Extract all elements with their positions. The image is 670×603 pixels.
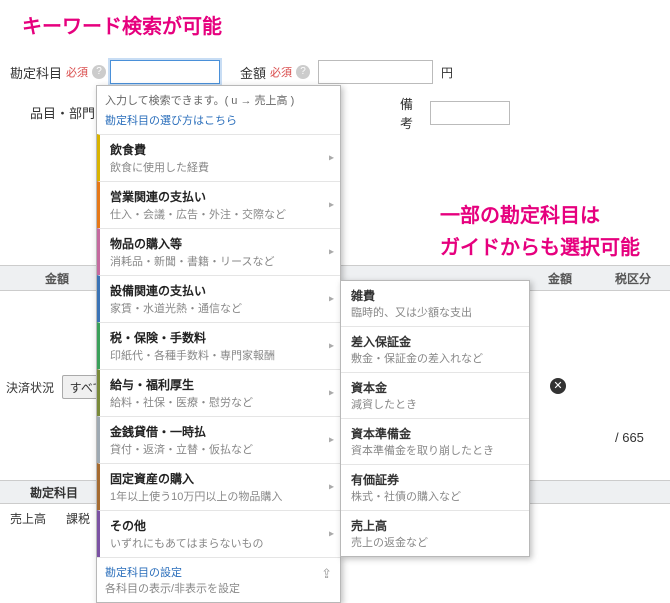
yen-label: 円 bbox=[441, 64, 453, 81]
dropdown-item-title: 金銭貸借・一時払 bbox=[110, 423, 326, 440]
dropdown-item-title: 固定資産の購入 bbox=[110, 470, 326, 487]
dropdown-footer[interactable]: 勘定科目の設定 各科目の表示/非表示を設定 ⇪ bbox=[97, 557, 340, 602]
submenu-item-sub: 減資したとき bbox=[351, 396, 519, 412]
submenu-item-title: 差入保証金 bbox=[351, 333, 519, 350]
submenu-item[interactable]: 資本金減資したとき bbox=[341, 372, 529, 418]
bottom-sales: 売上高 bbox=[10, 510, 46, 527]
dropdown-item[interactable]: 金銭貸借・一時払貸付・返済・立替・仮払など▸ bbox=[97, 416, 340, 463]
submenu-item-sub: 株式・社債の購入など bbox=[351, 488, 519, 504]
dropdown-item-sub: 給料・社保・医療・慰労など bbox=[110, 394, 326, 410]
dropdown-item[interactable]: 設備関連の支払い家賃・水道光熱・通信など▸ bbox=[97, 275, 340, 322]
col-tax: 税区分 bbox=[615, 270, 651, 287]
dropdown-settings-link[interactable]: 勘定科目の設定 bbox=[105, 564, 332, 580]
chevron-right-icon: ▸ bbox=[329, 341, 334, 352]
required-badge-account: 必須 bbox=[66, 64, 88, 80]
submenu-item-sub: 敷金・保証金の差入れなど bbox=[351, 350, 519, 366]
dropdown-item[interactable]: 営業関連の支払い仕入・会議・広告・外注・交際など▸ bbox=[97, 181, 340, 228]
dropdown-item[interactable]: 税・保険・手数料印紙代・各種手数料・専門家報酬▸ bbox=[97, 322, 340, 369]
chevron-right-icon: ▸ bbox=[329, 435, 334, 446]
dropdown-item[interactable]: 飲食費飲食に使用した経費▸ bbox=[97, 134, 340, 181]
dropdown-item-title: 税・保険・手数料 bbox=[110, 329, 326, 346]
submenu-item-title: 資本金 bbox=[351, 379, 519, 396]
bg-bottom-row: 売上高 課税 bbox=[10, 510, 90, 527]
bottom-tax: 課税 bbox=[66, 510, 90, 527]
submenu-item-title: 有価証券 bbox=[351, 471, 519, 488]
help-icon[interactable]: ? bbox=[92, 65, 106, 79]
help-icon[interactable]: ? bbox=[296, 65, 310, 79]
account-dropdown: 入力して検索できます。( u → 売上高 ) 勘定科目の選び方はこちら 飲食費飲… bbox=[96, 85, 341, 603]
dropdown-howto-link[interactable]: 勘定科目の選び方はこちら bbox=[97, 112, 340, 134]
dropdown-item-sub: 飲食に使用した経費 bbox=[110, 159, 326, 175]
record-count: / 665 bbox=[615, 430, 644, 445]
item-dept-label: 品目・部門 bbox=[30, 103, 95, 122]
annotation-guide: 一部の勘定科目は ガイドからも選択可能 bbox=[440, 200, 640, 264]
submenu-item[interactable]: 差入保証金敷金・保証金の差入れなど bbox=[341, 326, 529, 372]
account-input[interactable] bbox=[110, 60, 220, 84]
dropdown-item-sub: 貸付・返済・立替・仮払など bbox=[110, 441, 326, 457]
form-row-sub: 品目・部門 備考 bbox=[30, 103, 95, 122]
submenu-item-title: 雑費 bbox=[351, 287, 519, 304]
dropdown-item-title: 営業関連の支払い bbox=[110, 188, 326, 205]
chevron-right-icon: ▸ bbox=[329, 388, 334, 399]
settle-label: 決済状況 bbox=[6, 379, 54, 396]
submenu-item[interactable]: 売上高売上の返金など bbox=[341, 510, 529, 556]
annotation-keyword: キーワード検索が可能 bbox=[22, 10, 222, 39]
dropdown-item[interactable]: 給与・福利厚生給料・社保・医療・慰労など▸ bbox=[97, 369, 340, 416]
submenu-item-title: 資本準備金 bbox=[351, 425, 519, 442]
amount-label: 金額 bbox=[240, 63, 266, 82]
dropdown-item-title: 設備関連の支払い bbox=[110, 282, 326, 299]
col-amount-2: 金額 bbox=[548, 270, 572, 287]
dropdown-item[interactable]: 固定資産の購入1年以上使う10万円以上の物品購入▸ bbox=[97, 463, 340, 510]
dropdown-item-sub: 家賃・水道光熱・通信など bbox=[110, 300, 326, 316]
dropdown-item-title: 物品の購入等 bbox=[110, 235, 326, 252]
col-amount: 金額 bbox=[45, 270, 69, 287]
required-badge-amount: 必須 bbox=[270, 64, 292, 80]
clear-icon[interactable]: ✕ bbox=[550, 378, 566, 394]
submenu-item[interactable]: 資本準備金資本準備金を取り崩したとき bbox=[341, 418, 529, 464]
account-label: 勘定科目 bbox=[10, 63, 62, 82]
footer-col-account: 勘定科目 bbox=[30, 481, 78, 505]
submenu-item-sub: 臨時的、又は少額な支出 bbox=[351, 304, 519, 320]
chevron-right-icon: ▸ bbox=[329, 247, 334, 258]
chevron-right-icon: ▸ bbox=[329, 529, 334, 540]
annotation-guide-line2: ガイドからも選択可能 bbox=[440, 237, 640, 259]
dropdown-item-sub: いずれにもあてはまらないもの bbox=[110, 535, 326, 551]
chevron-right-icon: ▸ bbox=[329, 153, 334, 164]
share-icon[interactable]: ⇪ bbox=[321, 566, 332, 582]
dropdown-item[interactable]: 物品の購入等消耗品・新聞・書籍・リースなど▸ bbox=[97, 228, 340, 275]
dropdown-item-title: 給与・福利厚生 bbox=[110, 376, 326, 393]
chevron-right-icon: ▸ bbox=[329, 294, 334, 305]
dropdown-hint: 入力して検索できます。( u → 売上高 ) bbox=[97, 86, 340, 112]
submenu-item[interactable]: 有価証券株式・社債の購入など bbox=[341, 464, 529, 510]
dropdown-item[interactable]: その他いずれにもあてはまらないもの▸ bbox=[97, 510, 340, 557]
dropdown-item-sub: 印紙代・各種手数料・専門家報酬 bbox=[110, 347, 326, 363]
submenu-item-sub: 売上の返金など bbox=[351, 534, 519, 550]
dropdown-settings-sub: 各科目の表示/非表示を設定 bbox=[105, 580, 332, 596]
memo-label: 備考 bbox=[400, 94, 413, 132]
account-submenu: 雑費臨時的、又は少額な支出差入保証金敷金・保証金の差入れなど資本金減資したとき資… bbox=[340, 280, 530, 557]
chevron-right-icon: ▸ bbox=[329, 482, 334, 493]
dropdown-item-sub: 1年以上使う10万円以上の物品購入 bbox=[110, 488, 326, 504]
submenu-item[interactable]: 雑費臨時的、又は少額な支出 bbox=[341, 281, 529, 326]
annotation-guide-line1: 一部の勘定科目は bbox=[440, 205, 600, 227]
dropdown-item-title: その他 bbox=[110, 517, 326, 534]
amount-input[interactable] bbox=[318, 60, 433, 84]
submenu-item-sub: 資本準備金を取り崩したとき bbox=[351, 442, 519, 458]
submenu-item-title: 売上高 bbox=[351, 517, 519, 534]
memo-input[interactable] bbox=[430, 101, 510, 125]
dropdown-item-title: 飲食費 bbox=[110, 141, 326, 158]
chevron-right-icon: ▸ bbox=[329, 200, 334, 211]
form-row-main: 勘定科目 必須 ? 金額 必須 ? 円 bbox=[10, 60, 453, 84]
dropdown-item-sub: 仕入・会議・広告・外注・交際など bbox=[110, 206, 326, 222]
dropdown-item-sub: 消耗品・新聞・書籍・リースなど bbox=[110, 253, 326, 269]
